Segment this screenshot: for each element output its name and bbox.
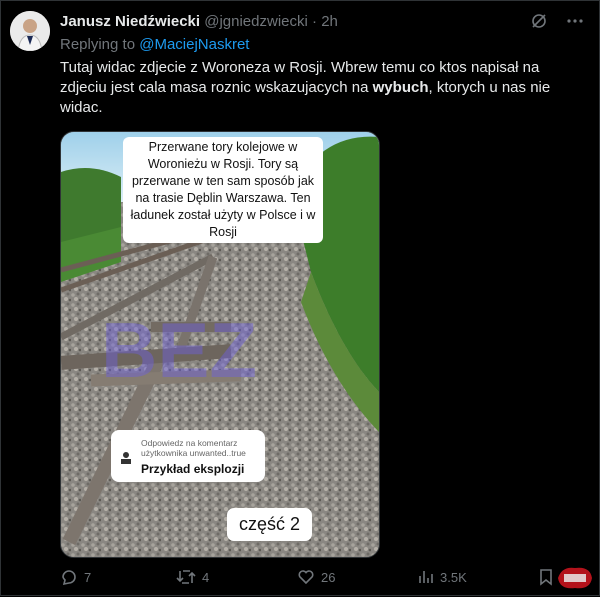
avatar[interactable] <box>10 11 50 51</box>
watermark-text: BEZ <box>101 306 257 394</box>
like-count: 26 <box>321 569 336 585</box>
tweet-media-image[interactable]: BEZ Przerwane tory kolejowe w Woronieżu … <box>60 131 380 558</box>
tweet-header: Janusz Niedźwiecki @jgniedzwiecki · 2h <box>60 13 338 30</box>
tweet-actions: 7 4 26 3.5K <box>60 568 581 590</box>
views-count: 3.5K <box>440 569 467 585</box>
user-avatar-icon <box>119 450 133 464</box>
retweet-action[interactable]: 4 <box>176 568 209 586</box>
comment-title: Przykład eksplozji <box>141 462 245 476</box>
grok-icon[interactable] <box>530 12 548 35</box>
replying-to: Replying to @MaciejNaskret <box>60 36 249 53</box>
tweet-text-bold: wybuch <box>372 79 429 96</box>
header-icons <box>530 12 584 35</box>
image-caption: Przerwane tory kolejowe w Woronieżu w Ro… <box>123 137 323 243</box>
tweet-text: Tutaj widac zdjecie z Woroneza w Rosji. … <box>60 58 580 118</box>
author-name[interactable]: Janusz Niedźwiecki <box>60 13 200 30</box>
reply-action[interactable]: 7 <box>60 568 91 586</box>
tweet-time[interactable]: 2h <box>321 13 338 30</box>
retweet-icon <box>176 570 196 584</box>
views-action[interactable]: 3.5K <box>416 568 467 586</box>
bookmark-icon <box>540 569 552 586</box>
part-label: część 2 <box>227 508 313 541</box>
views-icon <box>419 571 433 583</box>
reply-mention-link[interactable]: @MaciejNaskret <box>139 36 249 53</box>
author-handle[interactable]: @jgniedzwiecki <box>204 13 308 30</box>
reply-icon <box>62 570 76 586</box>
separator-dot: · <box>312 13 322 30</box>
more-icon[interactable] <box>566 12 584 35</box>
reply-count: 7 <box>84 569 92 585</box>
bookmark-action[interactable] <box>538 568 554 586</box>
heart-icon <box>298 570 314 585</box>
like-action[interactable]: 26 <box>297 568 335 586</box>
corner-watermark-logo <box>554 564 596 592</box>
comment-sticker: Odpowiedz na komentarz użytkownika unwan… <box>111 430 265 482</box>
comment-reply-label: Odpowiedz na komentarz użytkownika unwan… <box>141 438 246 458</box>
retweet-count: 4 <box>202 569 210 585</box>
replying-to-label: Replying to <box>60 36 140 53</box>
